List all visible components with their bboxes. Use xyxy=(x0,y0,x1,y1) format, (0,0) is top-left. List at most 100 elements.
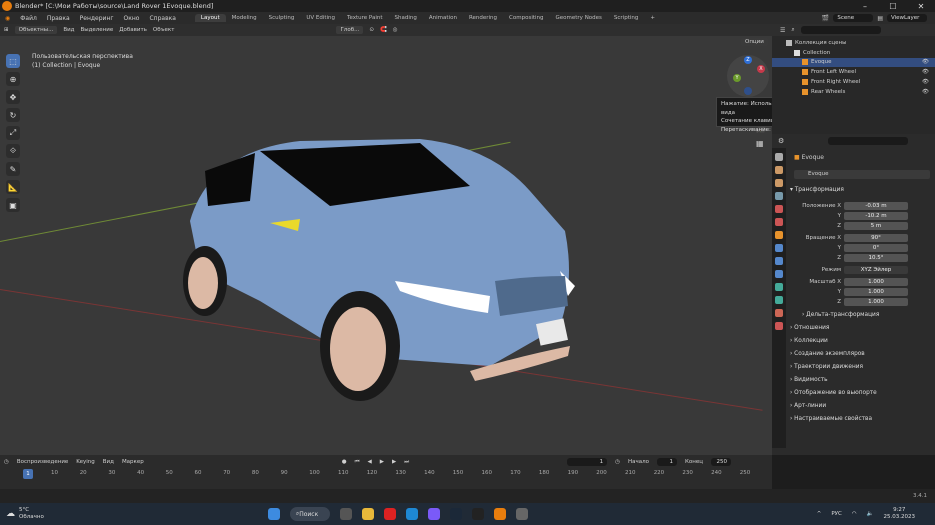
transform-tool[interactable]: ⟐ xyxy=(6,144,20,158)
proportional-icon[interactable]: ◎ xyxy=(393,27,398,33)
menu-edit[interactable]: Правка xyxy=(42,15,75,22)
output-tab-icon[interactable] xyxy=(775,179,783,187)
render-tab-icon[interactable] xyxy=(775,166,783,174)
outliner-item-front-right-wheel[interactable]: Front Right Wheel 👁 xyxy=(772,77,935,87)
app-icon[interactable] xyxy=(515,508,528,520)
current-frame-field[interactable]: 1 xyxy=(567,458,608,466)
section-viewport-display[interactable]: › Отображение во вьюпорте xyxy=(790,390,877,396)
location-y-field[interactable]: -10.2 m xyxy=(844,211,908,220)
modifiers-tab-icon[interactable] xyxy=(775,244,783,252)
menu-select[interactable]: Выделение xyxy=(80,27,113,33)
visibility-eye-icon[interactable]: 👁 xyxy=(922,59,935,65)
end-frame-field[interactable]: 250 xyxy=(711,458,731,466)
viewlayer-selector[interactable]: ViewLayer xyxy=(887,14,927,22)
frame-ruler[interactable]: 10 20 30 40 50 60 70 80 90 100 110 120 130 140 150 160 1… xyxy=(0,469,772,479)
app-icon[interactable] xyxy=(471,508,484,520)
file-explorer-icon[interactable] xyxy=(361,508,374,520)
measure-tool[interactable]: 📐 xyxy=(6,180,20,194)
blender-taskbar-icon[interactable] xyxy=(493,508,506,520)
scale-y-field[interactable]: 1.000 xyxy=(844,287,908,296)
tab-layout[interactable]: Layout xyxy=(194,14,226,22)
outliner-item-evoque[interactable]: Evoque 👁 xyxy=(772,57,935,68)
scale-z-field[interactable]: 1.000 xyxy=(844,297,908,306)
clock-icon[interactable]: ◷ xyxy=(615,459,620,465)
task-view-icon[interactable] xyxy=(339,508,352,520)
section-instancing[interactable]: › Создание экземпляров xyxy=(790,351,865,357)
location-z-field[interactable]: 5 m xyxy=(844,221,908,230)
weather-widget[interactable]: ☁ 5°C Облачно xyxy=(0,507,44,521)
gizmo-neg-z-axis[interactable] xyxy=(744,87,752,95)
tab-animation[interactable]: Animation xyxy=(423,14,463,22)
tool-tab-icon[interactable] xyxy=(775,153,783,161)
jump-start-icon[interactable]: ⏮ xyxy=(355,459,360,466)
car-model[interactable] xyxy=(170,131,590,406)
gizmo-y-axis[interactable]: Y xyxy=(733,74,741,82)
wifi-icon[interactable]: ◠ xyxy=(852,511,857,517)
constraints-tab-icon[interactable] xyxy=(775,283,783,291)
blender-menu-icon[interactable]: ◉ xyxy=(0,15,15,22)
physics-tab-icon[interactable] xyxy=(775,270,783,278)
snap-icon[interactable]: 🧲 xyxy=(380,27,387,33)
add-workspace-button[interactable]: + xyxy=(644,14,661,22)
menu-window[interactable]: Окно xyxy=(119,15,145,22)
tab-shading[interactable]: Shading xyxy=(389,14,423,22)
tray-chevron-icon[interactable]: ^ xyxy=(817,511,822,517)
minimize-button[interactable]: – xyxy=(851,2,879,11)
select-box-tool[interactable]: ⬚ xyxy=(6,54,20,68)
data-tab-icon[interactable] xyxy=(775,296,783,304)
material-tab-icon[interactable] xyxy=(775,309,783,317)
texture-tab-icon[interactable] xyxy=(775,322,783,330)
section-motion-paths[interactable]: › Траектории движения xyxy=(790,364,863,370)
taskbar-search[interactable]: ⌕ Поиск xyxy=(289,507,330,521)
menu-render[interactable]: Рендеринг xyxy=(75,15,119,22)
annotate-tool[interactable]: ✎ xyxy=(6,162,20,176)
start-icon[interactable] xyxy=(267,508,280,520)
section-collections[interactable]: › Коллекции xyxy=(790,338,828,344)
playback-menu[interactable]: Воспроизведение xyxy=(17,459,68,465)
editor-type-icon[interactable]: ⊞ xyxy=(4,27,9,33)
outliner-editor-icon[interactable]: ☰ xyxy=(780,27,785,34)
tab-scripting[interactable]: Scripting xyxy=(608,14,644,22)
play-icon[interactable]: ▶ xyxy=(380,459,384,465)
section-delta-transform[interactable]: › Дельта-трансформация xyxy=(802,312,879,318)
close-button[interactable]: ✕ xyxy=(907,2,935,11)
opera-icon[interactable] xyxy=(383,508,396,520)
maximize-button[interactable]: ☐ xyxy=(879,2,907,11)
steam-icon[interactable] xyxy=(449,508,462,520)
scene-tab-icon[interactable] xyxy=(775,205,783,213)
pivot-icon[interactable]: ⊙ xyxy=(369,27,374,33)
move-tool[interactable]: ✥ xyxy=(6,90,20,104)
tab-sculpting[interactable]: Sculpting xyxy=(263,14,301,22)
tab-compositing[interactable]: Compositing xyxy=(503,14,549,22)
section-line-art[interactable]: › Арт-линии xyxy=(790,403,826,409)
view-layer-tab-icon[interactable] xyxy=(775,192,783,200)
mode-selector[interactable]: Объектны... xyxy=(14,26,58,34)
jump-end-icon[interactable]: ⏭ xyxy=(404,459,409,466)
particles-tab-icon[interactable] xyxy=(775,257,783,265)
clock[interactable]: 9:27 25.03.2023 xyxy=(884,507,916,521)
navigation-gizmo[interactable]: Z X Y xyxy=(727,55,769,97)
rotation-y-field[interactable]: 0° xyxy=(844,243,908,252)
next-keyframe-icon[interactable]: ▶ xyxy=(392,459,396,465)
3d-viewport[interactable]: Пользовательская перспектива (1) Collect… xyxy=(0,36,772,455)
section-visibility[interactable]: › Видимость xyxy=(790,377,828,383)
rotate-tool[interactable]: ↻ xyxy=(6,108,20,122)
marker-menu[interactable]: Маркер xyxy=(122,459,144,465)
scale-tool[interactable]: ⤢ xyxy=(6,126,20,140)
outliner-scene-collection[interactable]: Коллекция сцены xyxy=(772,38,935,48)
cursor-tool[interactable]: ⊕ xyxy=(6,72,20,86)
grid-view-icon[interactable]: ▦ xyxy=(756,139,764,148)
view-menu[interactable]: Вид xyxy=(103,459,114,465)
menu-view[interactable]: Вид xyxy=(63,27,74,33)
visibility-eye-icon[interactable]: 👁 xyxy=(922,89,935,95)
visibility-eye-icon[interactable]: 👁 xyxy=(922,69,935,75)
playhead[interactable]: 1 xyxy=(23,469,33,479)
section-relations[interactable]: › Отношения xyxy=(790,325,829,331)
start-frame-field[interactable]: 1 xyxy=(657,458,677,466)
outliner-filter-icon[interactable]: ⌕ xyxy=(791,26,794,34)
app-icon[interactable] xyxy=(427,508,440,520)
properties-search-input[interactable] xyxy=(828,137,908,145)
add-cube-tool[interactable]: ▣ xyxy=(6,198,20,212)
gizmo-z-axis[interactable]: Z xyxy=(744,56,752,64)
tab-rendering[interactable]: Rendering xyxy=(463,14,503,22)
